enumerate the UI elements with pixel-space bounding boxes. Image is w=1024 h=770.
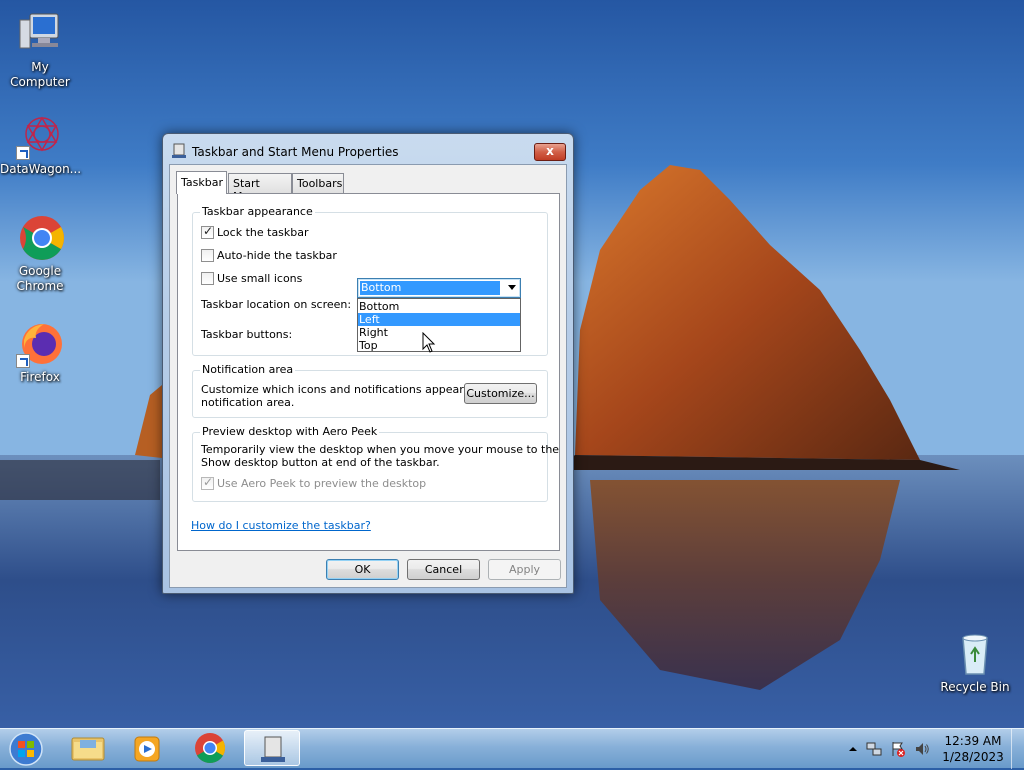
group-title: Preview desktop with Aero Peek	[200, 425, 380, 438]
tab-panel-taskbar: Taskbar appearance Lock the taskbar Auto…	[177, 193, 560, 551]
aero-peek-description-line2: Show desktop button at end of the taskba…	[201, 456, 440, 469]
notification-description-line1: Customize which icons and notifications …	[201, 383, 499, 396]
show-desktop-button[interactable]	[1011, 729, 1024, 769]
aero-peek-description-line1: Temporarily view the desktop when you mo…	[201, 443, 560, 456]
group-title: Taskbar appearance	[200, 205, 315, 218]
taskbar-properties-icon	[261, 736, 285, 762]
desktop-icon-my-computer[interactable]: My Computer	[0, 10, 80, 90]
desktop-icon-label: My Computer	[10, 60, 70, 89]
apply-button: Apply	[488, 559, 561, 580]
help-link[interactable]: How do I customize the taskbar?	[191, 519, 371, 532]
windows-explorer-icon	[71, 737, 105, 761]
autohide-taskbar-label: Auto-hide the taskbar	[217, 249, 337, 262]
taskbar: 12:39 AM 1/28/2023	[0, 728, 1024, 769]
datawagon-icon	[16, 112, 64, 160]
desktop-icon-label: Recycle Bin	[940, 680, 1010, 694]
cancel-button[interactable]: Cancel	[407, 559, 480, 580]
taskbar-buttons-label: Taskbar buttons:	[201, 328, 293, 341]
action-center-icon[interactable]	[890, 741, 906, 757]
dropdown-option-left[interactable]: Left	[358, 313, 520, 326]
dialog-client-area: Taskbar Start Menu Toolbars Taskbar appe…	[169, 164, 567, 588]
autohide-taskbar-checkbox[interactable]	[201, 249, 214, 262]
tab-start-menu[interactable]: Start Menu	[228, 173, 292, 203]
taskbar-location-select[interactable]: Bottom	[357, 278, 521, 298]
dialog-titlebar[interactable]: Taskbar and Start Menu Properties x	[163, 134, 573, 164]
desktop-icon-label: DataWagon...	[0, 162, 82, 176]
mouse-cursor-icon	[422, 331, 436, 354]
taskbar-location-value: Bottom	[360, 281, 500, 295]
media-player-icon	[134, 736, 160, 762]
small-icons-label: Use small icons	[217, 272, 303, 285]
group-notification-area: Notification area Customize which icons …	[192, 363, 548, 418]
group-aero-peek: Preview desktop with Aero Peek Temporari…	[192, 425, 559, 502]
desktop-icon-recycle-bin[interactable]: Recycle Bin	[935, 630, 1015, 695]
shortcut-arrow-icon	[16, 146, 30, 160]
taskbar-properties-icon	[171, 143, 187, 159]
customize-button[interactable]: Customize...	[464, 383, 537, 404]
small-icons-checkbox[interactable]	[201, 272, 214, 285]
chrome-icon	[16, 214, 64, 262]
chevron-down-icon[interactable]	[508, 285, 516, 290]
volume-icon[interactable]	[914, 741, 930, 757]
recycle-bin-icon	[951, 630, 999, 678]
tab-taskbar[interactable]: Taskbar	[176, 171, 227, 194]
desktop-icon-label: Firefox	[20, 370, 60, 384]
taskbar-explorer-button[interactable]	[60, 730, 116, 766]
aero-peek-checkbox	[201, 475, 214, 490]
dialog-title: Taskbar and Start Menu Properties	[192, 145, 399, 159]
taskbar-location-label: Taskbar location on screen:	[201, 298, 352, 311]
taskbar-properties-dialog: Taskbar and Start Menu Properties x Task…	[162, 133, 574, 594]
show-hidden-icons-icon[interactable]	[845, 741, 861, 757]
lock-taskbar-label: Lock the taskbar	[217, 226, 309, 239]
dropdown-option-top[interactable]: Top	[358, 339, 520, 352]
desktop-icon-google-chrome[interactable]: Google Chrome	[0, 214, 80, 294]
desktop-icon-firefox[interactable]: Firefox	[0, 320, 80, 385]
lock-taskbar-checkbox[interactable]	[201, 224, 214, 239]
computer-icon	[16, 10, 64, 58]
desktop-icon-label: Google Chrome	[16, 264, 64, 293]
firefox-icon	[16, 320, 64, 368]
chrome-icon	[195, 733, 226, 764]
taskbar-chrome-button[interactable]	[182, 730, 238, 766]
clock-time: 12:39 AM	[944, 734, 1002, 748]
start-button[interactable]	[5, 731, 47, 767]
shortcut-arrow-icon	[16, 354, 30, 368]
notification-description-line2: notification area.	[201, 396, 295, 409]
clock[interactable]: 12:39 AM 1/28/2023	[938, 733, 1008, 765]
clock-date: 1/28/2023	[942, 750, 1004, 764]
taskbar-media-player-button[interactable]	[120, 730, 176, 766]
dropdown-option-bottom[interactable]: Bottom	[358, 300, 520, 313]
taskbar-location-dropdown: Bottom Left Right Top	[357, 298, 521, 352]
group-title: Notification area	[200, 363, 296, 376]
close-button[interactable]: x	[534, 143, 566, 161]
taskbar-properties-button[interactable]	[244, 730, 300, 766]
desktop-icon-datawagon[interactable]: DataWagon...	[0, 112, 82, 177]
tab-toolbars[interactable]: Toolbars	[292, 173, 344, 193]
aero-peek-label: Use Aero Peek to preview the desktop	[217, 477, 427, 490]
network-icon[interactable]	[866, 741, 882, 757]
ok-button[interactable]: OK	[326, 559, 399, 580]
dropdown-option-right[interactable]: Right	[358, 326, 520, 339]
